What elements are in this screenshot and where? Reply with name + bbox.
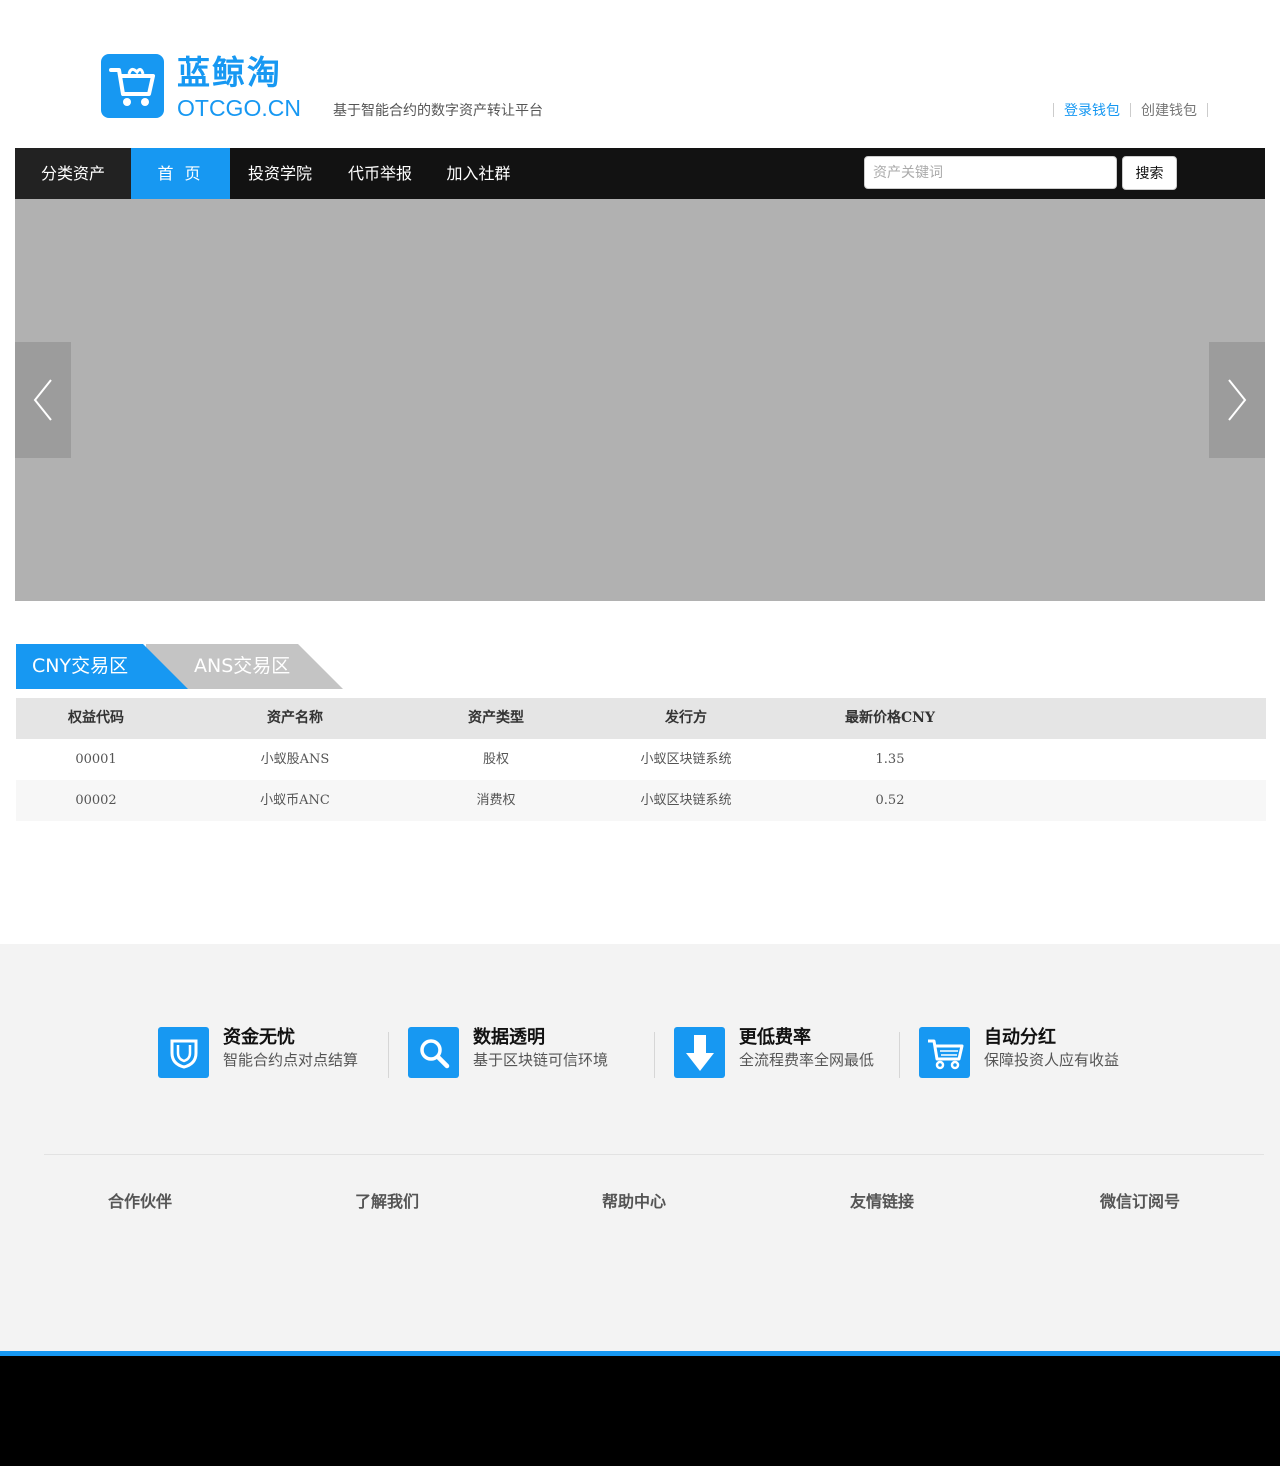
slogan: 基于智能合约的数字资产转让平台 [333,103,543,119]
arrow-down-icon [674,1027,725,1078]
divider [44,1154,1264,1155]
chevron-left-icon [33,379,52,421]
column-header: 资产名称 [267,710,323,726]
divider [899,1032,900,1078]
column-header: 权益代码 [68,710,124,726]
divider [1130,103,1131,117]
logo[interactable]: 蓝鲸淘 OTCGO.CN [101,53,301,121]
main-nav: 分类资产 首 页 投资学院 代币举报 加入社群 搜索 [15,148,1265,199]
footer: 资金无忧 智能合约点对点结算 数据透明 基于区块链可信环境 更低费率 全流程费率… [0,944,1280,1351]
table-cell: 00001 [75,752,117,767]
feature-text: 自动分红 保障投资人应有收益 [984,1027,1119,1079]
divider [654,1032,655,1078]
feature-desc: 保障投资人应有收益 [984,1051,1120,1069]
feature-desc: 基于区块链可信环境 [473,1051,609,1069]
footer-link-help[interactable]: 帮助中心 [602,1188,666,1212]
table-cell: 1.35 [875,752,905,767]
nav-invest-academy[interactable]: 投资学院 [230,148,330,199]
feature-text: 数据透明 基于区块链可信环境 [473,1027,608,1079]
feature-title: 更低费率 [739,1027,811,1048]
user-links: 登录钱包 创建钱包 [1043,100,1218,120]
carousel-prev-button[interactable] [15,342,71,458]
logo-name-en: OTCGO.CN [177,95,301,121]
table-cell: 小蚁区块链系统 [640,752,732,767]
table-cell: 消费权 [476,793,516,808]
table-cell: 00002 [75,793,117,808]
table-cell: 小蚁区块链系统 [640,793,732,808]
asset-table: 权益代码 资产名称 资产类型 发行方 最新价格CNY 00001 小蚁股ANS … [16,698,1266,821]
feature-desc: 智能合约点对点结算 [223,1051,359,1069]
magnifier-icon [408,1027,459,1078]
create-wallet-link[interactable]: 创建钱包 [1141,100,1197,120]
column-header: 资产类型 [468,710,524,726]
column-header: 发行方 [665,710,707,726]
feature-funds-safe: 资金无忧 智能合约点对点结算 [158,1027,358,1079]
search-button[interactable]: 搜索 [1122,156,1177,190]
market-tabs: ANS交易区 CNY交易区 [16,644,346,689]
table-cell: 小蚁股ANS [260,752,330,767]
footer-link-friends[interactable]: 友情链接 [850,1188,914,1212]
feature-lower-fees: 更低费率 全流程费率全网最低 [674,1027,874,1079]
feature-text: 资金无忧 智能合约点对点结算 [223,1027,358,1079]
tab-label: CNY交易区 [32,655,129,677]
table-cell: 小蚁币ANC [260,793,330,808]
feature-text: 更低费率 全流程费率全网最低 [739,1027,874,1079]
table-row[interactable]: 00002 小蚁币ANC 消费权 小蚁区块链系统 0.52 [16,780,1266,821]
header: 蓝鲸淘 OTCGO.CN 基于智能合约的数字资产转让平台 登录钱包 创建钱包 [0,0,1280,148]
nav-category[interactable]: 分类资产 [15,148,131,199]
nav-home[interactable]: 首 页 [131,148,230,199]
nav-token-report[interactable]: 代币举报 [330,148,430,199]
shield-icon [158,1027,209,1078]
banner-carousel [15,199,1265,601]
feature-data-transparent: 数据透明 基于区块链可信环境 [408,1027,608,1079]
tab-label: ANS交易区 [194,655,291,677]
footer-link-about[interactable]: 了解我们 [355,1188,419,1212]
feature-title: 资金无忧 [223,1027,295,1048]
logo-name-cn: 蓝鲸淘 [177,53,282,92]
cart-icon [919,1027,970,1078]
bottom-bar [0,1356,1280,1466]
carousel-next-button[interactable] [1209,342,1265,458]
divider [388,1032,389,1078]
divider [1207,103,1208,117]
search-input[interactable] [864,156,1117,189]
column-header: 最新价格CNY [845,710,935,726]
table-cell: 0.52 [875,793,905,808]
cart-logo-icon [101,54,164,118]
table-row[interactable]: 00001 小蚁股ANS 股权 小蚁区块链系统 1.35 [16,739,1266,780]
table-header: 权益代码 资产名称 资产类型 发行方 最新价格CNY [16,698,1266,739]
table-cell: 股权 [482,752,509,767]
feature-desc: 全流程费率全网最低 [739,1051,875,1069]
feature-title: 数据透明 [473,1027,545,1048]
footer-link-wechat[interactable]: 微信订阅号 [1100,1188,1180,1212]
page: 蓝鲸淘 OTCGO.CN 基于智能合约的数字资产转让平台 登录钱包 创建钱包 分… [0,0,1280,1466]
nav-join-community[interactable]: 加入社群 [430,148,527,199]
divider [1053,103,1054,117]
login-wallet-link[interactable]: 登录钱包 [1064,100,1120,120]
feature-auto-dividend: 自动分红 保障投资人应有收益 [919,1027,1119,1079]
feature-title: 自动分红 [984,1027,1056,1048]
chevron-right-icon [1228,379,1247,421]
footer-link-partners[interactable]: 合作伙伴 [108,1188,172,1212]
